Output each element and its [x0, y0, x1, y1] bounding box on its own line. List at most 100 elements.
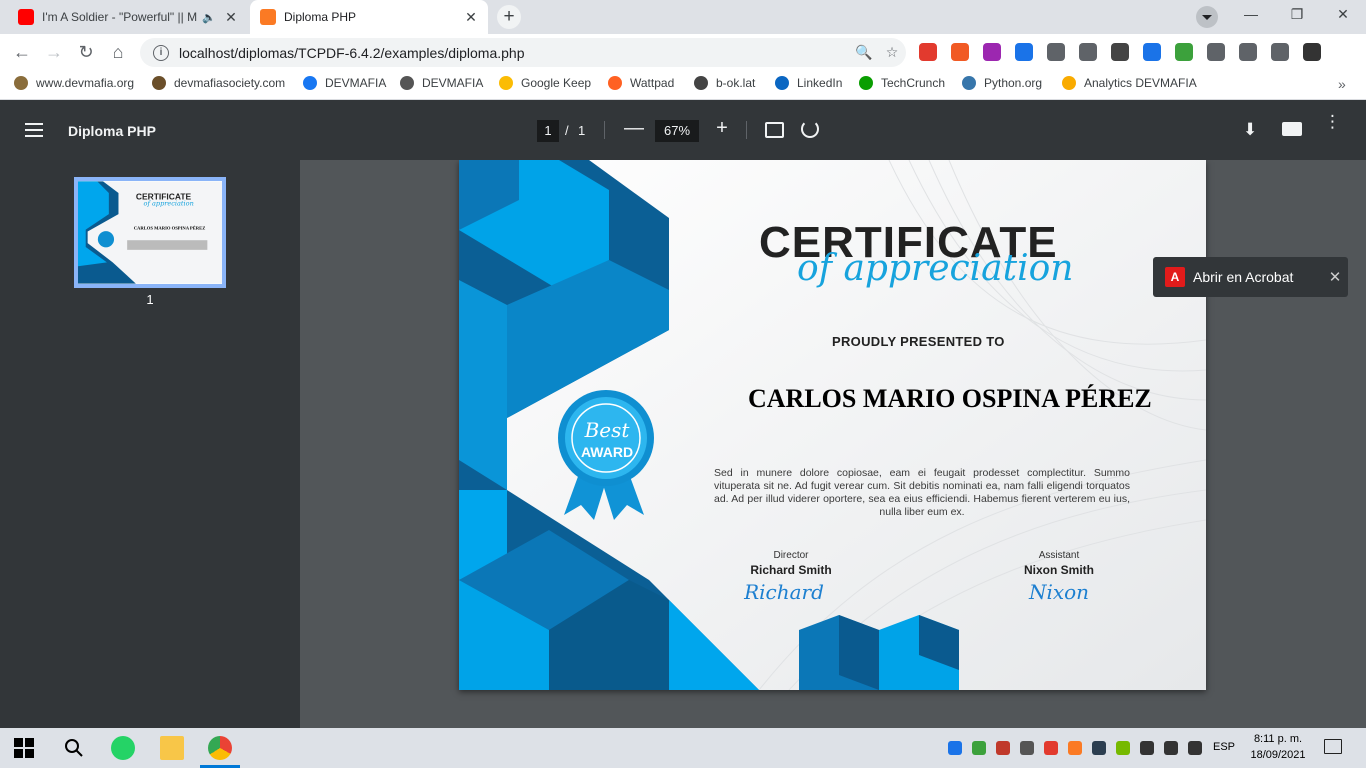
bookmark-star-icon[interactable]: ☆ [878, 44, 906, 61]
reload-button[interactable]: ↻ [72, 38, 100, 66]
chrome-icon[interactable] [208, 736, 232, 760]
wifi-icon[interactable] [1188, 741, 1202, 755]
certificate-subtitle: of appreciation [797, 248, 1074, 289]
notification-icon[interactable] [1324, 739, 1342, 754]
file-explorer-icon[interactable] [160, 736, 184, 760]
download-icon[interactable]: ⬇ [1243, 120, 1257, 140]
tab-search-icon[interactable] [1196, 6, 1218, 28]
url-text[interactable]: localhost/diplomas/TCPDF-6.4.2/examples/… [179, 45, 850, 61]
bookmark-favicon-icon [859, 76, 873, 90]
bookmark-item[interactable]: DEVMAFIA [400, 76, 483, 90]
close-window-button[interactable]: ✕ [1328, 6, 1358, 23]
signer2-name: Nixon Smith [1023, 563, 1094, 577]
audio-icon[interactable]: 🔈 [202, 11, 216, 24]
shield-icon[interactable] [1092, 741, 1106, 755]
document-title: Diploma PHP [68, 123, 156, 139]
colorpicker-icon[interactable] [983, 43, 1001, 61]
download-ext-icon[interactable] [1111, 43, 1129, 61]
page-total: 1 [578, 123, 586, 138]
zoom-input[interactable]: 67% [655, 120, 699, 142]
svg-text:CARLOS MARIO OSPINA PÉREZ: CARLOS MARIO OSPINA PÉREZ [134, 226, 206, 231]
page-thumbnail[interactable]: CERTIFICATE of appreciation CARLOS MARIO… [74, 177, 226, 288]
close-tab-icon[interactable]: ✕ [220, 9, 242, 26]
bluetooth-icon[interactable] [948, 741, 962, 755]
globe-ext-icon[interactable] [1175, 43, 1193, 61]
whatsapp-icon[interactable] [111, 736, 135, 760]
vpn-icon[interactable] [951, 43, 969, 61]
bookmarks-more-icon[interactable]: » [1338, 76, 1346, 92]
windows-taskbar: ESP 8:11 p. m. 18/09/2021 [0, 728, 1366, 768]
camera-icon[interactable] [1079, 43, 1097, 61]
bookmark-item[interactable]: Wattpad [608, 76, 674, 90]
page-number-input[interactable]: 1 [537, 120, 559, 142]
badge-script-text: Best [584, 418, 630, 442]
close-tab-icon[interactable]: ✕ [460, 9, 482, 26]
bookmark-favicon-icon [608, 76, 622, 90]
bookmark-item[interactable]: TechCrunch [859, 76, 945, 90]
youtube-icon [18, 9, 34, 25]
paint-icon[interactable] [996, 741, 1010, 755]
bookmark-favicon-icon [962, 76, 976, 90]
home-button[interactable]: ⌂ [104, 38, 132, 66]
open-in-acrobat-label[interactable]: Abrir en Acrobat [1193, 269, 1322, 285]
bookmark-favicon-icon [14, 76, 28, 90]
bookmark-item[interactable]: LinkedIn [775, 76, 842, 90]
language-indicator[interactable]: ESP [1213, 741, 1235, 753]
windows-start-icon[interactable] [14, 738, 34, 758]
volume-icon[interactable] [1164, 741, 1178, 755]
tab-youtube[interactable]: I'm A Soldier - "Powerful" || M 🔈 ✕ [8, 0, 248, 34]
menu-icon[interactable] [25, 123, 43, 137]
network-app-icon[interactable] [972, 741, 986, 755]
bookmark-item[interactable]: DEVMAFIA [303, 76, 386, 90]
screenshot-icon[interactable] [1047, 43, 1065, 61]
bookmark-favicon-icon [400, 76, 414, 90]
bookmark-label: TechCrunch [881, 76, 946, 90]
tab-title: I'm A Soldier - "Powerful" || M [42, 10, 198, 24]
back-button[interactable]: ← [8, 38, 36, 66]
time-text: 8:11 p. m. [1253, 733, 1303, 745]
battery-icon[interactable] [1140, 741, 1154, 755]
avatar-icon[interactable] [1303, 43, 1321, 61]
xampp-icon [260, 9, 276, 25]
clock[interactable]: 8:11 p. m. 18/09/2021 [1238, 731, 1318, 763]
bookmark-item[interactable]: Analytics DEVMAFIA [1062, 76, 1197, 90]
bookmark-favicon-icon [152, 76, 166, 90]
new-ext-icon[interactable] [1143, 43, 1161, 61]
fit-page-icon[interactable] [765, 122, 784, 138]
abp-icon[interactable] [919, 43, 937, 61]
printer-icon[interactable] [1020, 741, 1034, 755]
zoom-in-button[interactable]: + [712, 117, 732, 140]
close-popup-icon[interactable]: ✕ [1322, 268, 1348, 286]
media-icon[interactable] [1271, 43, 1289, 61]
new-tab-button[interactable]: + [497, 5, 521, 29]
print-icon[interactable] [1282, 122, 1302, 136]
page-separator: / [565, 123, 569, 138]
bookmark-item[interactable]: www.devmafia.org [14, 76, 134, 90]
puzzle-icon[interactable] [1239, 43, 1257, 61]
badge-award-text: AWARD [580, 444, 634, 460]
bookmark-favicon-icon [775, 76, 789, 90]
nvidia-icon[interactable] [1116, 741, 1130, 755]
tv-icon[interactable] [1015, 43, 1033, 61]
maximize-button[interactable]: ❐ [1282, 6, 1312, 23]
open-in-acrobat-popup[interactable]: A Abrir en Acrobat ✕ [1153, 257, 1348, 297]
bookmark-label: Google Keep [521, 76, 592, 90]
address-bar[interactable]: i localhost/diplomas/TCPDF-6.4.2/example… [140, 38, 906, 67]
timer-icon[interactable] [1207, 43, 1225, 61]
zoom-icon[interactable]: 🔍 [850, 44, 878, 61]
zoom-out-button[interactable]: — [624, 117, 644, 140]
info-icon[interactable]: i [153, 44, 169, 61]
forward-button[interactable]: → [40, 38, 68, 66]
more-options-icon[interactable]: ⋮ [1324, 113, 1341, 130]
search-icon[interactable] [62, 736, 86, 760]
pdf-viewer[interactable]: Best AWARD CERTIFICATE of appreciation P… [300, 160, 1366, 728]
bookmark-item[interactable]: Google Keep [499, 76, 591, 90]
notification-app-icon[interactable] [1044, 741, 1058, 755]
bookmark-item[interactable]: devmafiasociety.com [152, 76, 285, 90]
xampp-tray-icon[interactable] [1068, 741, 1082, 755]
bookmark-item[interactable]: Python.org [962, 76, 1042, 90]
minimize-button[interactable]: — [1236, 6, 1266, 22]
tab-diploma[interactable]: Diploma PHP ✕ [250, 0, 488, 34]
rotate-icon[interactable] [801, 120, 819, 138]
bookmark-item[interactable]: b-ok.lat [694, 76, 755, 90]
